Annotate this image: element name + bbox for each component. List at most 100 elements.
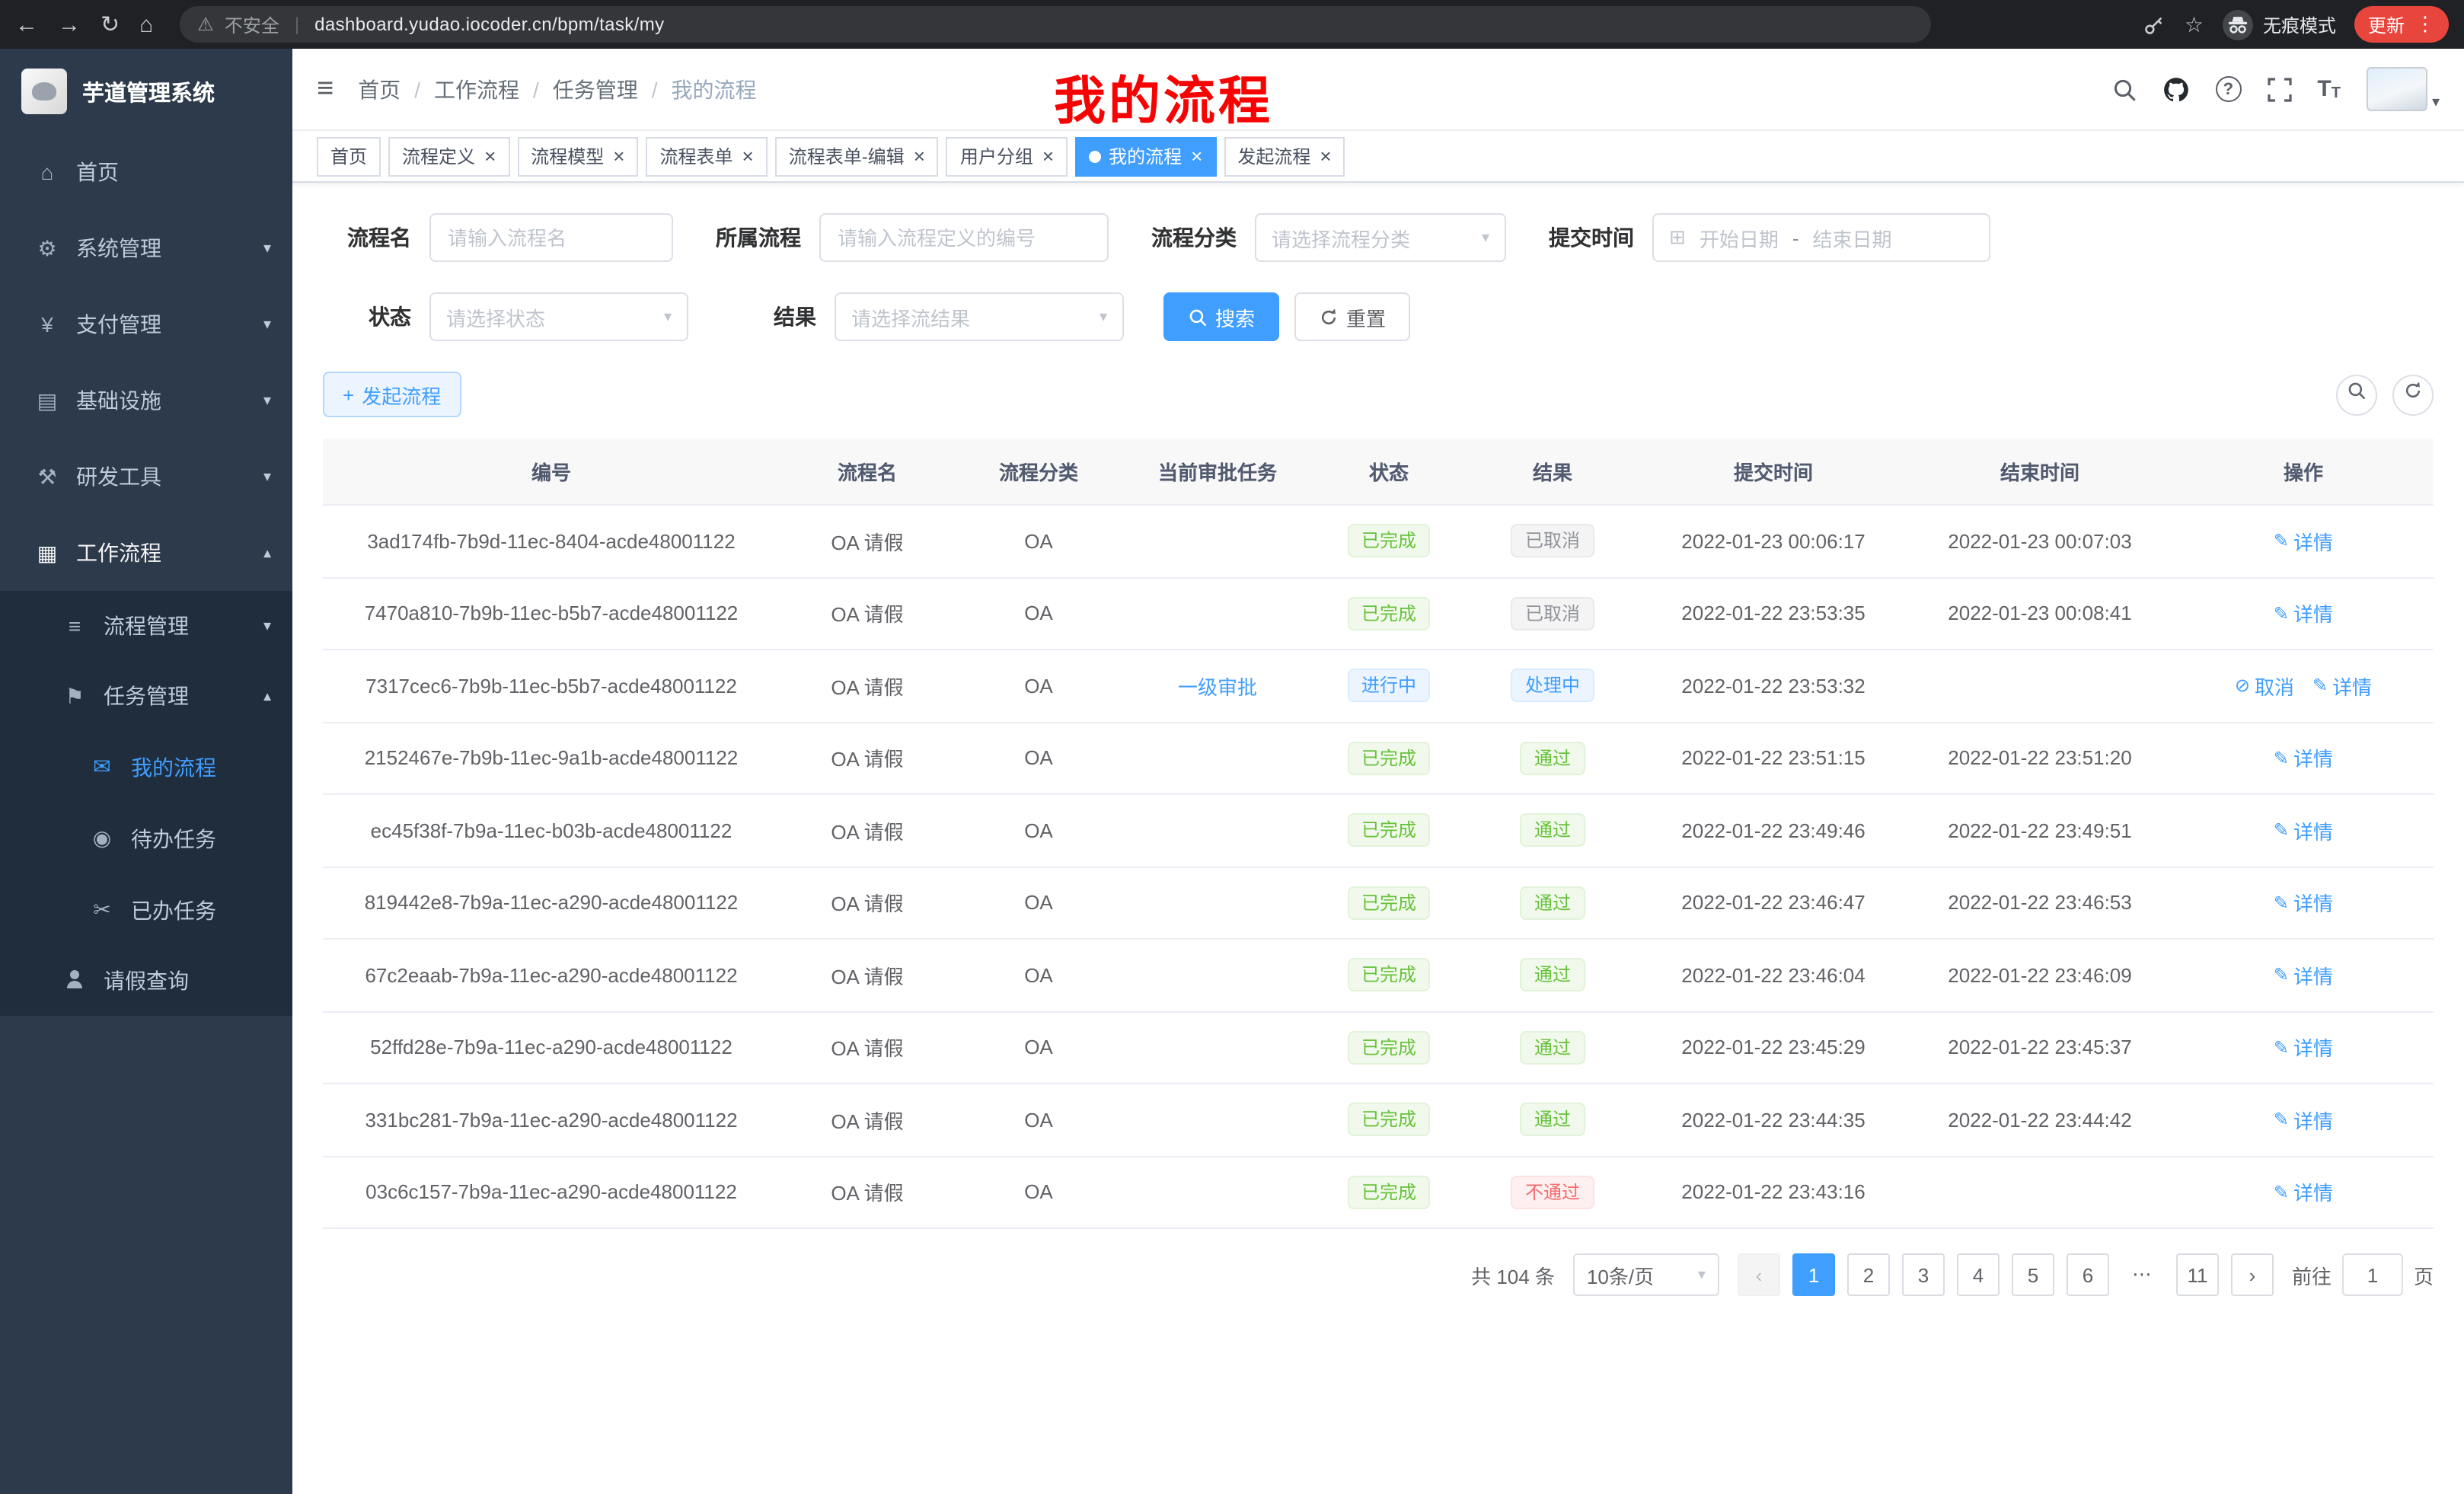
result-cell: 通过 — [1465, 795, 1640, 866]
category-select[interactable]: 请选择流程分类 ▾ — [1255, 213, 1506, 262]
fullscreen-icon[interactable] — [2267, 77, 2291, 101]
action-cancel-link[interactable]: ⊘取消 — [2235, 672, 2294, 701]
sidebar-item-label: 任务管理 — [104, 681, 189, 711]
action-detail-link[interactable]: ✎详情 — [2274, 1106, 2333, 1135]
action-detail-link[interactable]: ✎详情 — [2274, 744, 2333, 773]
tab-process-form-edit[interactable]: 流程表单-编辑× — [775, 136, 939, 176]
update-label: 更新 — [2368, 11, 2405, 37]
sidebar-item-workflow[interactable]: ▦工作流程▾ — [0, 515, 292, 591]
page-button-5[interactable]: 5 — [2012, 1253, 2054, 1296]
font-size-icon[interactable]: TT — [2317, 76, 2341, 102]
app-title: 芋道管理系统 — [82, 75, 215, 107]
goto-page-input[interactable] — [2342, 1253, 2403, 1296]
update-button[interactable]: 更新 ⋮ — [2354, 6, 2449, 43]
tab-my-process[interactable]: 我的流程× — [1075, 136, 1216, 176]
parent-process-input[interactable] — [819, 213, 1109, 262]
action-label: 详情 — [2332, 672, 2372, 701]
status-select[interactable]: 请选择状态 ▾ — [429, 292, 688, 341]
sidebar-item-done-tasks[interactable]: ✂已办任务 — [0, 874, 292, 946]
close-icon[interactable]: × — [484, 146, 496, 166]
result-cell: 已取消 — [1465, 578, 1640, 649]
row-actions: ✎详情 — [2173, 1084, 2434, 1155]
page-button-3[interactable]: 3 — [1902, 1253, 1945, 1296]
action-detail-link[interactable]: ✎详情 — [2274, 599, 2333, 628]
process-name-input[interactable] — [429, 213, 673, 262]
sidebar-item-task-management[interactable]: ⚑任务管理▾ — [0, 661, 292, 731]
refresh-table-button[interactable] — [2392, 374, 2434, 415]
date-range-picker[interactable]: ⊞ 开始日期 - 结束日期 — [1652, 213, 1990, 262]
help-icon[interactable]: ? — [2215, 76, 2241, 102]
create-process-button[interactable]: + 发起流程 — [323, 372, 461, 417]
hamburger-icon[interactable]: ≡ — [317, 72, 334, 106]
bookmark-star-icon[interactable]: ☆ — [2185, 11, 2204, 37]
home-icon[interactable]: ⌂ — [139, 13, 153, 36]
search-toggle-button[interactable] — [2336, 374, 2377, 415]
sidebar-item-process-management[interactable]: ≡流程管理▾ — [0, 591, 292, 661]
search-button[interactable]: 搜索 — [1163, 292, 1279, 341]
action-detail-link[interactable]: ✎详情 — [2274, 1033, 2333, 1062]
github-icon[interactable] — [2162, 75, 2189, 103]
sidebar-item-infrastructure[interactable]: ▤基础设施▾ — [0, 362, 292, 439]
back-icon[interactable]: ← — [15, 13, 38, 36]
tab-start-process[interactable]: 发起流程× — [1224, 136, 1345, 176]
task-link[interactable]: 一级审批 — [1178, 672, 1257, 701]
process-category: OA — [955, 1084, 1122, 1155]
tab-label: 用户分组 — [960, 143, 1033, 169]
action-detail-link[interactable]: ✎详情 — [2274, 1178, 2333, 1207]
tab-process-model[interactable]: 流程模型× — [517, 136, 638, 176]
close-icon[interactable]: × — [742, 146, 754, 166]
app-logo[interactable]: 芋道管理系统 — [0, 49, 292, 134]
process-name: OA 请假 — [780, 578, 955, 649]
action-detail-link[interactable]: ✎详情 — [2274, 961, 2333, 990]
action-detail-link[interactable]: ✎详情 — [2274, 527, 2333, 556]
sidebar-item-dev-tools[interactable]: ⚒研发工具▾ — [0, 439, 292, 515]
process-id: 03c6c157-7b9a-11ec-a290-acde48001122 — [323, 1157, 780, 1227]
page-button-2[interactable]: 2 — [1847, 1253, 1890, 1296]
action-detail-link[interactable]: ✎详情 — [2312, 672, 2372, 701]
sidebar-item-label: 请假查询 — [104, 966, 189, 996]
page-button-4[interactable]: 4 — [1957, 1253, 2000, 1296]
close-icon[interactable]: × — [914, 146, 925, 166]
sidebar-item-payment-management[interactable]: ¥支付管理▾ — [0, 286, 292, 362]
close-icon[interactable]: × — [613, 146, 624, 166]
page-button-11[interactable]: 11 — [2176, 1253, 2219, 1296]
close-icon[interactable]: × — [1191, 146, 1202, 166]
address-bar[interactable]: ⚠ 不安全 | dashboard.yudao.iocoder.cn/bpm/t… — [179, 6, 1930, 43]
process-category: OA — [955, 867, 1122, 938]
breadcrumb-item[interactable]: 首页 — [358, 74, 401, 104]
search-icon[interactable] — [2111, 77, 2136, 101]
result-select[interactable]: 请选择流结果 ▾ — [835, 292, 1124, 341]
reset-button[interactable]: 重置 — [1294, 292, 1410, 341]
breadcrumb-item[interactable]: 任务管理 — [553, 74, 638, 104]
action-label: 详情 — [2293, 527, 2333, 556]
tab-home[interactable]: 首页 — [317, 136, 381, 176]
breadcrumb-item[interactable]: 工作流程 — [434, 74, 519, 104]
action-detail-link[interactable]: ✎详情 — [2274, 889, 2333, 918]
user-menu[interactable]: ▾ — [2367, 67, 2440, 111]
page-size-select[interactable]: 10条/页 ▾ — [1573, 1253, 1719, 1296]
close-icon[interactable]: × — [1042, 146, 1054, 166]
close-icon[interactable]: × — [1320, 146, 1331, 166]
browser-menu-icon[interactable]: ⋮ — [2415, 12, 2435, 37]
sidebar-item-leave-query[interactable]: 请假查询 — [0, 946, 292, 1016]
page-button-1[interactable]: 1 — [1792, 1253, 1835, 1296]
more-pages-button[interactable]: ⋯ — [2121, 1253, 2164, 1296]
page-button-6[interactable]: 6 — [2067, 1253, 2109, 1296]
action-detail-link[interactable]: ✎详情 — [2274, 816, 2333, 845]
end-time: 2022-01-22 23:46:09 — [1907, 940, 2173, 1010]
sidebar-item-my-process[interactable]: ✉我的流程 — [0, 731, 292, 803]
tab-process-form[interactable]: 流程表单× — [646, 136, 767, 176]
prev-page-button[interactable]: ‹ — [1738, 1253, 1780, 1296]
sidebar-item-system-management[interactable]: ⚙系统管理▾ — [0, 210, 292, 286]
sidebar-item-home[interactable]: ⌂首页 — [0, 134, 292, 210]
key-icon[interactable] — [2143, 13, 2166, 36]
sidebar-item-todo-tasks[interactable]: ◉待办任务 — [0, 803, 292, 874]
reload-icon[interactable]: ↻ — [101, 13, 120, 36]
create-process-label: 发起流程 — [362, 380, 441, 409]
table-body: 3ad174fb-7b9d-11ec-8404-acde48001122OA 请… — [323, 506, 2434, 1229]
filter-result: 结果 请选择流结果 ▾ — [728, 292, 1124, 341]
forward-icon[interactable]: → — [58, 13, 81, 36]
tab-user-group[interactable]: 用户分组 × — [946, 136, 1068, 176]
tab-process-definition[interactable]: 流程定义× — [388, 136, 509, 176]
next-page-button[interactable]: › — [2231, 1253, 2274, 1296]
